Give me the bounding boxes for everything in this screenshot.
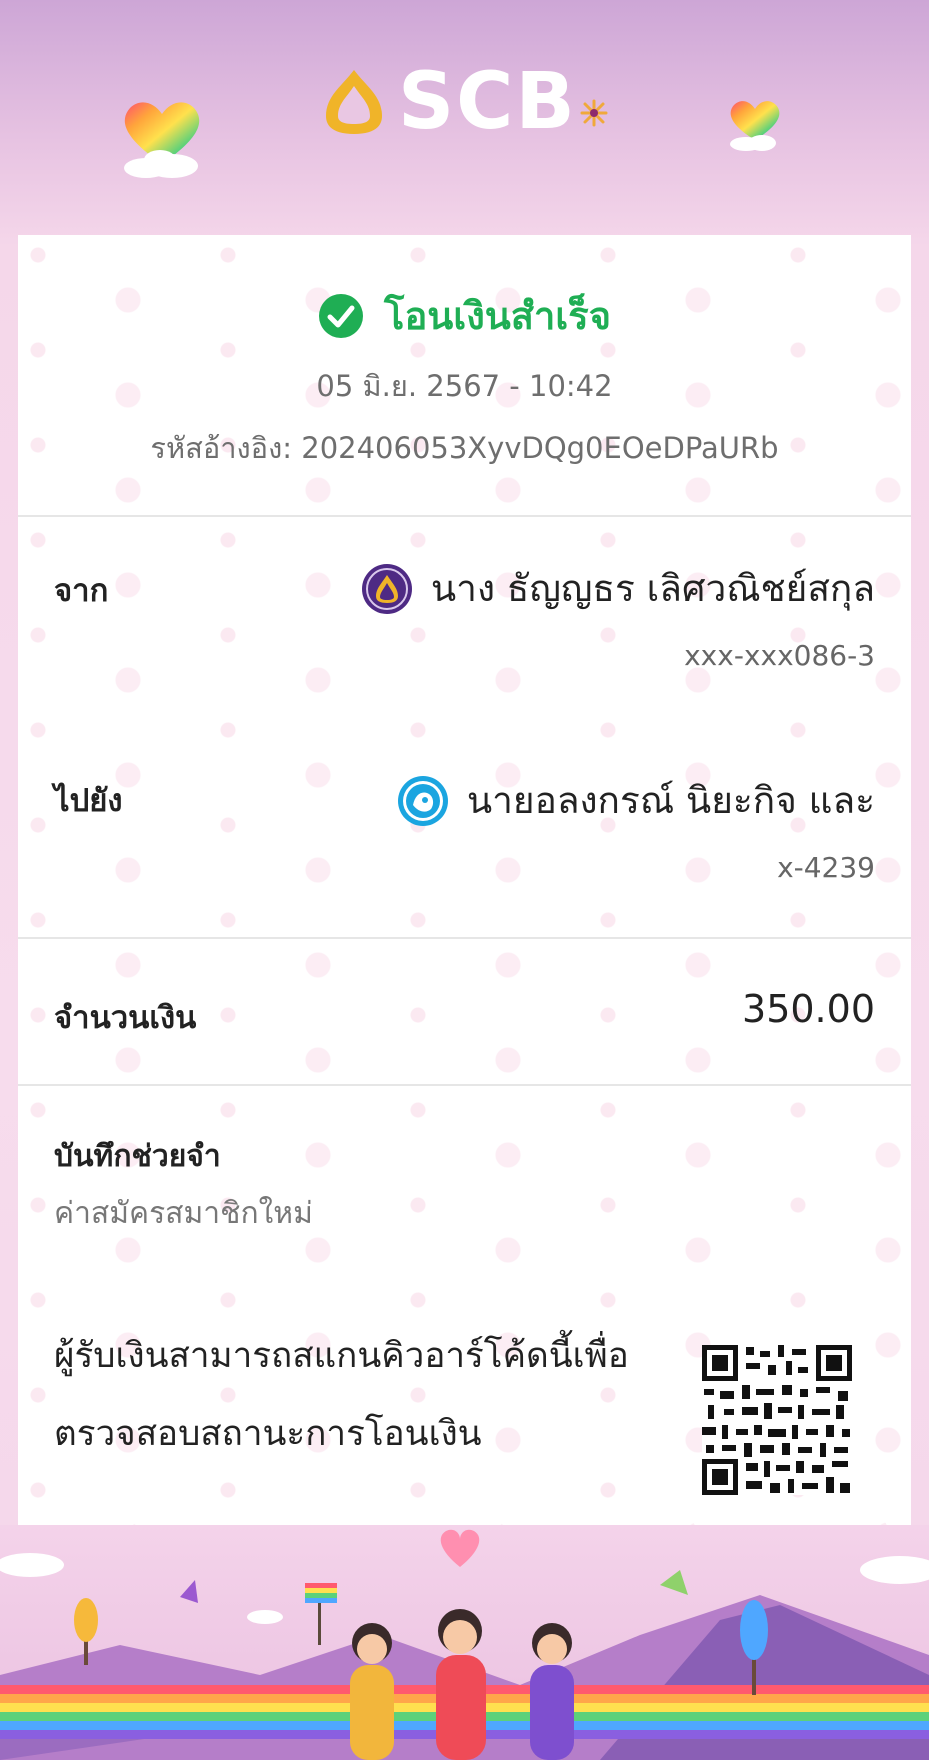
rainbow-heart-icon [730, 101, 780, 151]
rainbow-heart-icon [124, 102, 200, 178]
qr-instruction-line1: ผู้รับเงินสามารถสแกนคิวอาร์โค้ดนี้เพื่อ [54, 1336, 629, 1376]
transaction-datetime: 05 มิ.ย. 2567 - 10:42 [316, 369, 613, 403]
status-text: โอนเงินสำเร็จ [384, 294, 611, 338]
scb-logo-icon [326, 70, 382, 134]
status-row: โอนเงินสำเร็จ [18, 285, 911, 346]
scb-logo: SCB [318, 62, 609, 142]
sender-account: xxx-xxx086-3 [684, 639, 875, 672]
scb-logo-text: SCB [398, 57, 577, 147]
header: SCB [0, 0, 929, 235]
check-circle-icon [319, 293, 364, 338]
amount-label: จำนวนเงิน [54, 1000, 197, 1036]
divider [18, 937, 911, 939]
memo-value: ค่าสมัครสมาชิกใหม่ [54, 1196, 313, 1231]
to-label: ไปยัง [54, 783, 123, 819]
receipt-card: โอนเงินสำเร็จ 05 มิ.ย. 2567 - 10:42 รหัส… [18, 235, 911, 1525]
sender-name: นาง ธัญญธร เลิศวณิชย์สกุล [430, 567, 875, 610]
divider [18, 515, 911, 517]
pride-illustration [0, 1525, 929, 1760]
amount-value: 350.00 [742, 987, 875, 1031]
qr-instruction-line2: ตรวจสอบสถานะการโอนเงิน [54, 1414, 482, 1454]
from-row: นาง ธัญญธร เลิศวณิชย์สกุล [361, 559, 875, 618]
sparkle-icon [580, 99, 608, 127]
ktb-bank-icon [397, 775, 448, 826]
qr-code-icon[interactable] [702, 1345, 852, 1495]
recipient-account: x-4239 [777, 851, 875, 884]
memo-label: บันทึกช่วยจำ [54, 1139, 221, 1174]
scb-bank-icon [361, 563, 412, 614]
reference-number: รหัสอ้างอิง: 202406053XyvDQg0EOeDPaURb [150, 431, 779, 465]
divider [18, 1084, 911, 1086]
from-label: จาก [54, 573, 109, 609]
recipient-name: นายอลงกรณ์ นิยะกิจ และ [466, 779, 875, 822]
qr-instruction: ผู้รับเงินสามารถสแกนคิวอาร์โค้ดนี้เพื่อ … [54, 1317, 654, 1473]
to-row: นายอลงกรณ์ นิยะกิจ และ [397, 771, 875, 830]
